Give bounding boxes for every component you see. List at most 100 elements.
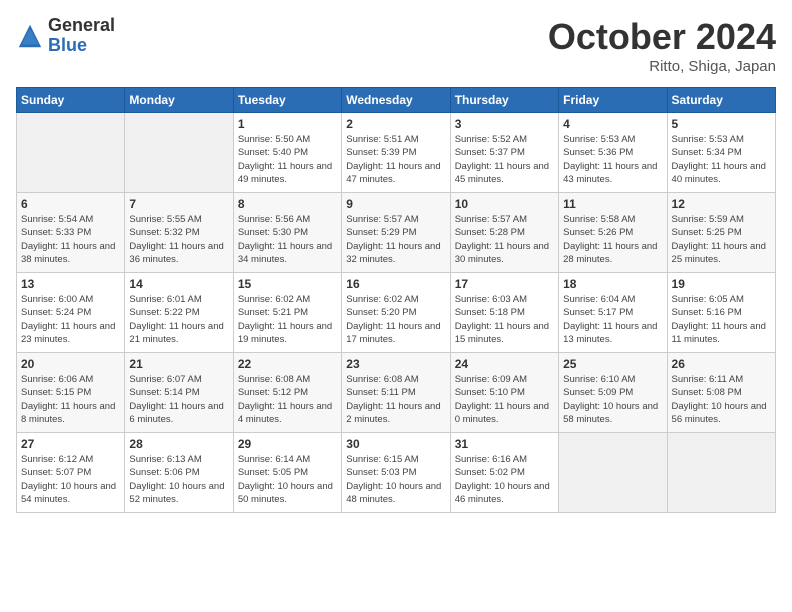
day-info: Sunrise: 6:06 AM Sunset: 5:15 PM Dayligh…: [21, 373, 120, 426]
day-info: Sunrise: 5:57 AM Sunset: 5:29 PM Dayligh…: [346, 213, 445, 266]
day-number: 29: [238, 437, 337, 451]
logo-general: General: [48, 16, 115, 36]
weekday-header-sunday: Sunday: [17, 88, 125, 113]
calendar-cell: [17, 113, 125, 193]
calendar-cell: 13 Sunrise: 6:00 AM Sunset: 5:24 PM Dayli…: [17, 273, 125, 353]
calendar-cell: 12Sunrise: 5:59 AM Sunset: 5:25 PM Dayli…: [667, 193, 775, 273]
day-info: Sunrise: 6:09 AM Sunset: 5:10 PM Dayligh…: [455, 373, 554, 426]
day-number: 30: [346, 437, 445, 451]
day-number: 4: [563, 117, 662, 131]
logo-icon: [16, 22, 44, 50]
calendar-cell: 19 Sunrise: 6:05 AM Sunset: 5:16 PM Dayli…: [667, 273, 775, 353]
day-info: Sunrise: 5:55 AM Sunset: 5:32 PM Dayligh…: [129, 213, 228, 266]
day-info: Sunrise: 5:53 AM Sunset: 5:36 PM Dayligh…: [563, 133, 662, 186]
day-info: Sunrise: 6:16 AM Sunset: 5:02 PM Dayligh…: [455, 453, 554, 506]
day-number: 23: [346, 357, 445, 371]
day-info: Sunrise: 6:04 AM Sunset: 5:17 PM Dayligh…: [563, 293, 662, 346]
day-info: Sunrise: 5:50 AM Sunset: 5:40 PM Dayligh…: [238, 133, 337, 186]
day-info: Sunrise: 6:08 AM Sunset: 5:12 PM Dayligh…: [238, 373, 337, 426]
day-info: Sunrise: 6:12 AM Sunset: 5:07 PM Dayligh…: [21, 453, 120, 506]
day-number: 14: [129, 277, 228, 291]
page-header: General Blue October 2024 Ritto, Shiga, …: [16, 16, 776, 75]
logo: General Blue: [16, 16, 115, 56]
calendar-cell: 23 Sunrise: 6:08 AM Sunset: 5:11 PM Dayli…: [342, 353, 450, 433]
day-number: 11: [563, 197, 662, 211]
calendar-week-row: 27 Sunrise: 6:12 AM Sunset: 5:07 PM Dayli…: [17, 433, 776, 513]
calendar-cell: 31 Sunrise: 6:16 AM Sunset: 5:02 PM Dayli…: [450, 433, 558, 513]
calendar-cell: 30 Sunrise: 6:15 AM Sunset: 5:03 PM Dayli…: [342, 433, 450, 513]
weekday-header-row: SundayMondayTuesdayWednesdayThursdayFrid…: [17, 88, 776, 113]
day-info: Sunrise: 6:07 AM Sunset: 5:14 PM Dayligh…: [129, 373, 228, 426]
logo-blue: Blue: [48, 36, 115, 56]
day-info: Sunrise: 5:52 AM Sunset: 5:37 PM Dayligh…: [455, 133, 554, 186]
calendar-cell: 4 Sunrise: 5:53 AM Sunset: 5:36 PM Daylig…: [559, 113, 667, 193]
calendar-cell: 26Sunrise: 6:11 AM Sunset: 5:08 PM Dayli…: [667, 353, 775, 433]
day-info: Sunrise: 6:14 AM Sunset: 5:05 PM Dayligh…: [238, 453, 337, 506]
day-info: Sunrise: 5:54 AM Sunset: 5:33 PM Dayligh…: [21, 213, 120, 266]
calendar-cell: 29 Sunrise: 6:14 AM Sunset: 5:05 PM Dayli…: [233, 433, 341, 513]
calendar-week-row: 6 Sunrise: 5:54 AM Sunset: 5:33 PM Daylig…: [17, 193, 776, 273]
weekday-header-saturday: Saturday: [667, 88, 775, 113]
calendar-cell: 11 Sunrise: 5:58 AM Sunset: 5:26 PM Dayli…: [559, 193, 667, 273]
day-number: 6: [21, 197, 120, 211]
day-info: Sunrise: 5:58 AM Sunset: 5:26 PM Dayligh…: [563, 213, 662, 266]
calendar-cell: 24 Sunrise: 6:09 AM Sunset: 5:10 PM Dayli…: [450, 353, 558, 433]
calendar-cell: 9Sunrise: 5:57 AM Sunset: 5:29 PM Daylig…: [342, 193, 450, 273]
calendar-cell: 28Sunrise: 6:13 AM Sunset: 5:06 PM Dayli…: [125, 433, 233, 513]
calendar-cell: 1 Sunrise: 5:50 AM Sunset: 5:40 PM Daylig…: [233, 113, 341, 193]
calendar-week-row: 20 Sunrise: 6:06 AM Sunset: 5:15 PM Dayli…: [17, 353, 776, 433]
logo-text: General Blue: [48, 16, 115, 56]
day-info: Sunrise: 6:03 AM Sunset: 5:18 PM Dayligh…: [455, 293, 554, 346]
calendar-cell: 18Sunrise: 6:04 AM Sunset: 5:17 PM Dayli…: [559, 273, 667, 353]
day-info: Sunrise: 6:02 AM Sunset: 5:20 PM Dayligh…: [346, 293, 445, 346]
title-block: October 2024 Ritto, Shiga, Japan: [548, 16, 776, 75]
calendar-cell: 15 Sunrise: 6:02 AM Sunset: 5:21 PM Dayli…: [233, 273, 341, 353]
calendar-cell: 25Sunrise: 6:10 AM Sunset: 5:09 PM Dayli…: [559, 353, 667, 433]
calendar-cell: 16 Sunrise: 6:02 AM Sunset: 5:20 PM Dayli…: [342, 273, 450, 353]
calendar-cell: 2 Sunrise: 5:51 AM Sunset: 5:39 PM Daylig…: [342, 113, 450, 193]
day-number: 13: [21, 277, 120, 291]
day-info: Sunrise: 6:02 AM Sunset: 5:21 PM Dayligh…: [238, 293, 337, 346]
day-info: Sunrise: 6:00 AM Sunset: 5:24 PM Dayligh…: [21, 293, 120, 346]
day-info: Sunrise: 6:08 AM Sunset: 5:11 PM Dayligh…: [346, 373, 445, 426]
day-number: 8: [238, 197, 337, 211]
day-info: Sunrise: 6:05 AM Sunset: 5:16 PM Dayligh…: [672, 293, 771, 346]
day-number: 21: [129, 357, 228, 371]
calendar-cell: 6 Sunrise: 5:54 AM Sunset: 5:33 PM Daylig…: [17, 193, 125, 273]
calendar-week-row: 1 Sunrise: 5:50 AM Sunset: 5:40 PM Daylig…: [17, 113, 776, 193]
weekday-header-tuesday: Tuesday: [233, 88, 341, 113]
day-number: 20: [21, 357, 120, 371]
month-title: October 2024: [548, 16, 776, 58]
day-number: 15: [238, 277, 337, 291]
day-number: 27: [21, 437, 120, 451]
day-info: Sunrise: 6:10 AM Sunset: 5:09 PM Dayligh…: [563, 373, 662, 426]
calendar-cell: [667, 433, 775, 513]
calendar-cell: 3 Sunrise: 5:52 AM Sunset: 5:37 PM Daylig…: [450, 113, 558, 193]
day-number: 2: [346, 117, 445, 131]
calendar-cell: [559, 433, 667, 513]
day-number: 17: [455, 277, 554, 291]
day-number: 22: [238, 357, 337, 371]
day-info: Sunrise: 6:15 AM Sunset: 5:03 PM Dayligh…: [346, 453, 445, 506]
day-info: Sunrise: 6:01 AM Sunset: 5:22 PM Dayligh…: [129, 293, 228, 346]
day-number: 19: [672, 277, 771, 291]
calendar-cell: 22 Sunrise: 6:08 AM Sunset: 5:12 PM Dayli…: [233, 353, 341, 433]
calendar-cell: 20 Sunrise: 6:06 AM Sunset: 5:15 PM Dayli…: [17, 353, 125, 433]
day-number: 16: [346, 277, 445, 291]
day-info: Sunrise: 5:59 AM Sunset: 5:25 PM Dayligh…: [672, 213, 771, 266]
day-number: 3: [455, 117, 554, 131]
day-number: 24: [455, 357, 554, 371]
location: Ritto, Shiga, Japan: [548, 58, 776, 75]
calendar-cell: 7Sunrise: 5:55 AM Sunset: 5:32 PM Daylig…: [125, 193, 233, 273]
calendar-cell: 27 Sunrise: 6:12 AM Sunset: 5:07 PM Dayli…: [17, 433, 125, 513]
day-number: 1: [238, 117, 337, 131]
day-number: 31: [455, 437, 554, 451]
calendar-table: SundayMondayTuesdayWednesdayThursdayFrid…: [16, 87, 776, 513]
day-info: Sunrise: 5:57 AM Sunset: 5:28 PM Dayligh…: [455, 213, 554, 266]
weekday-header-wednesday: Wednesday: [342, 88, 450, 113]
weekday-header-thursday: Thursday: [450, 88, 558, 113]
calendar-cell: 17 Sunrise: 6:03 AM Sunset: 5:18 PM Dayli…: [450, 273, 558, 353]
day-info: Sunrise: 5:51 AM Sunset: 5:39 PM Dayligh…: [346, 133, 445, 186]
day-number: 5: [672, 117, 771, 131]
day-info: Sunrise: 5:56 AM Sunset: 5:30 PM Dayligh…: [238, 213, 337, 266]
